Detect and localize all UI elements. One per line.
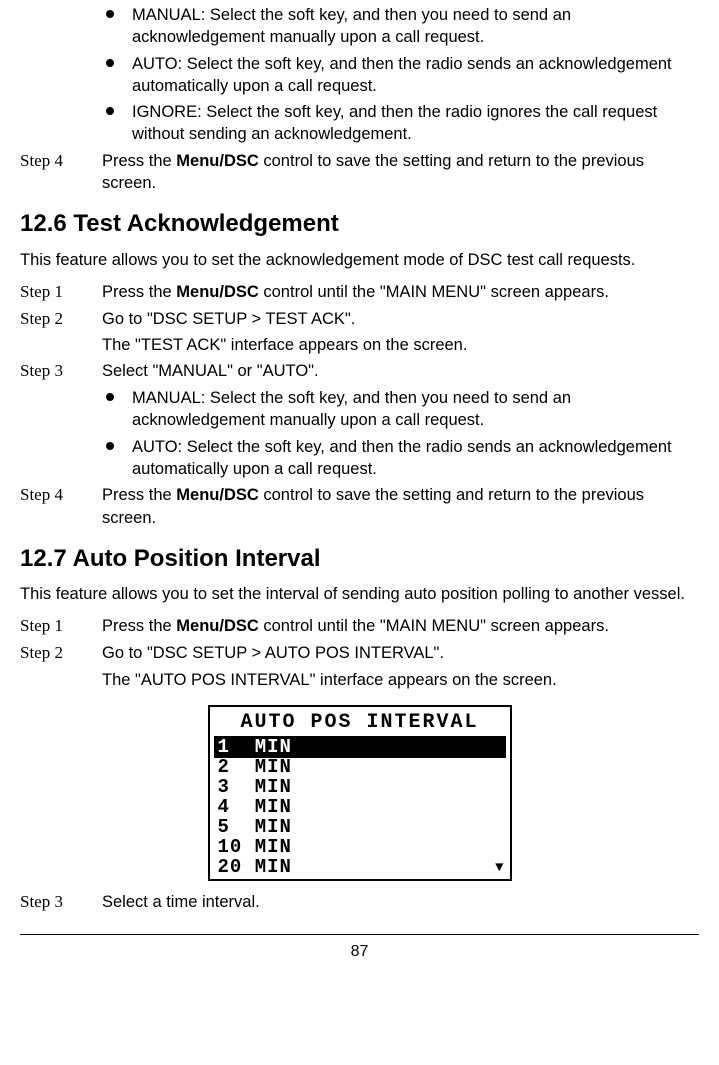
text: Press the xyxy=(102,486,176,504)
bullet-item: MANUAL: Select the soft key, and then yo… xyxy=(20,387,699,432)
text-bold: Menu/DSC xyxy=(176,152,259,170)
step-body: Press the Menu/DSC control to save the s… xyxy=(102,484,699,529)
text: control until the "MAIN MENU" screen app… xyxy=(259,617,609,635)
text-bold: Menu/DSC xyxy=(176,486,259,504)
step-label: Step 2 xyxy=(20,308,102,357)
bullet-icon xyxy=(102,4,132,49)
lcd-list: 1 MIN2 MIN3 MIN4 MIN5 MIN10 MIN20 MIN▼ xyxy=(210,738,510,880)
text: control until the "MAIN MENU" screen app… xyxy=(259,283,609,301)
lcd-list-item: 4 MIN xyxy=(214,798,506,818)
step-body: Select "MANUAL" or "AUTO". xyxy=(102,360,699,383)
step-label: Step 3 xyxy=(20,891,102,914)
step-row: Step 1 Press the Menu/DSC control until … xyxy=(20,281,699,304)
step-row: Step 2 Go to "DSC SETUP > AUTO POS INTER… xyxy=(20,642,699,691)
step-label: Step 2 xyxy=(20,642,102,691)
bullet-item: AUTO: Select the soft key, and then the … xyxy=(20,53,699,98)
text: The "TEST ACK" interface appears on the … xyxy=(102,334,699,356)
section-heading: 12.7 Auto Position Interval xyxy=(20,543,699,575)
step-label: Step 3 xyxy=(20,360,102,383)
scroll-down-icon: ▼ xyxy=(495,859,503,878)
bullet-icon xyxy=(102,101,132,146)
step-label: Step 4 xyxy=(20,484,102,529)
bullet-icon xyxy=(102,387,132,432)
step-body: Go to "DSC SETUP > AUTO POS INTERVAL". T… xyxy=(102,642,699,691)
lcd-list-item: 5 MIN xyxy=(214,818,506,838)
lcd-title: AUTO POS INTERVAL xyxy=(214,707,506,738)
page-number: 87 xyxy=(20,934,699,963)
lcd-list-item: 10 MIN xyxy=(214,838,506,858)
text: The "AUTO POS INTERVAL" interface appear… xyxy=(102,669,699,691)
step-body: Go to "DSC SETUP > TEST ACK". The "TEST … xyxy=(102,308,699,357)
text: Press the xyxy=(102,283,176,301)
step-body: Press the Menu/DSC control until the "MA… xyxy=(102,281,699,304)
text-bold: Menu/DSC xyxy=(176,283,259,301)
step-label: Step 1 xyxy=(20,281,102,304)
section-intro: This feature allows you to set the ackno… xyxy=(20,249,699,271)
text-bold: Menu/DSC xyxy=(176,617,259,635)
text: Go to "DSC SETUP > AUTO POS INTERVAL". xyxy=(102,642,699,664)
bullet-icon xyxy=(102,53,132,98)
bullet-item: IGNORE: Select the soft key, and then th… xyxy=(20,101,699,146)
step-row: Step 3 Select a time interval. xyxy=(20,891,699,914)
step-label: Step 1 xyxy=(20,615,102,638)
lcd-screenshot: AUTO POS INTERVAL 1 MIN2 MIN3 MIN4 MIN5 … xyxy=(20,705,699,882)
step-row: Step 4 Press the Menu/DSC control to sav… xyxy=(20,150,699,195)
section-heading: 12.6 Test Acknowledgement xyxy=(20,208,699,240)
step-row: Step 4 Press the Menu/DSC control to sav… xyxy=(20,484,699,529)
bullet-item: MANUAL: Select the soft key, and then yo… xyxy=(20,4,699,49)
bullet-icon xyxy=(102,436,132,481)
lcd-screen: AUTO POS INTERVAL 1 MIN2 MIN3 MIN4 MIN5 … xyxy=(208,705,512,882)
bullet-text: MANUAL: Select the soft key, and then yo… xyxy=(132,4,699,49)
step-row: Step 2 Go to "DSC SETUP > TEST ACK". The… xyxy=(20,308,699,357)
step-body: Select a time interval. xyxy=(102,891,699,914)
bullet-text: MANUAL: Select the soft key, and then yo… xyxy=(132,387,699,432)
step-body: Press the Menu/DSC control to save the s… xyxy=(102,150,699,195)
bullet-text: AUTO: Select the soft key, and then the … xyxy=(132,53,699,98)
lcd-list-item: 20 MIN xyxy=(214,858,506,878)
section-intro: This feature allows you to set the inter… xyxy=(20,583,699,605)
step-body: Press the Menu/DSC control until the "MA… xyxy=(102,615,699,638)
step-row: Step 3 Select "MANUAL" or "AUTO". xyxy=(20,360,699,383)
text: Press the xyxy=(102,617,176,635)
bullet-item: AUTO: Select the soft key, and then the … xyxy=(20,436,699,481)
lcd-list-item: 2 MIN xyxy=(214,758,506,778)
lcd-list-item: 3 MIN xyxy=(214,778,506,798)
lcd-list-item: 1 MIN xyxy=(214,738,506,758)
step-row: Step 1 Press the Menu/DSC control until … xyxy=(20,615,699,638)
step-label: Step 4 xyxy=(20,150,102,195)
text: Press the xyxy=(102,152,176,170)
bullet-text: IGNORE: Select the soft key, and then th… xyxy=(132,101,699,146)
bullet-text: AUTO: Select the soft key, and then the … xyxy=(132,436,699,481)
text: Go to "DSC SETUP > TEST ACK". xyxy=(102,308,699,330)
